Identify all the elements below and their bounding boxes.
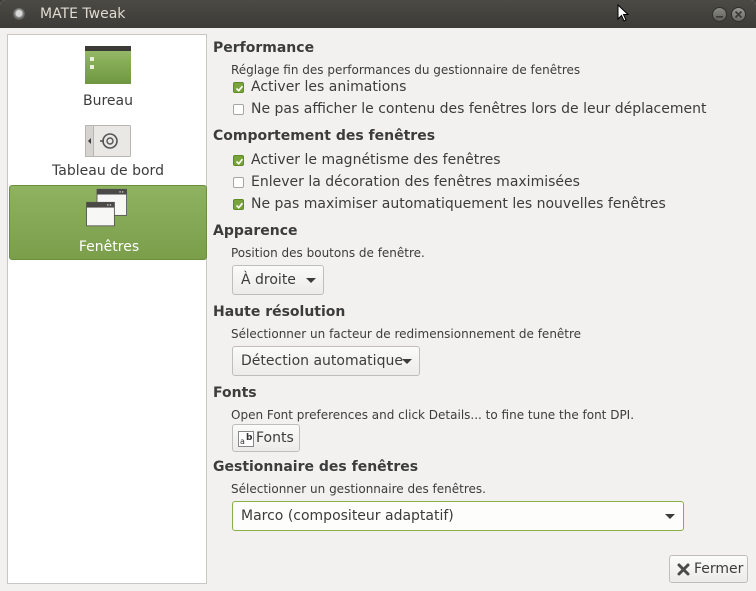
svg-text:b: b xyxy=(246,433,253,443)
windows-icon xyxy=(86,188,127,227)
checkbox-undecorate-maximized[interactable]: Enlever la décoration des fenêtres maxim… xyxy=(233,174,593,192)
sidebar: Bureau Tableau de bord Fenêtres xyxy=(7,34,207,584)
scaling-factor-dropdown[interactable]: Détection automatique xyxy=(232,346,420,376)
fonts-heading: Fonts xyxy=(213,385,257,401)
close-button[interactable]: Fermer xyxy=(669,555,748,583)
window-manager-dropdown[interactable]: Marco (compositeur adaptatif) xyxy=(232,501,684,531)
checkbox-animations[interactable]: Activer les animations xyxy=(233,79,533,97)
checkbox-label: Activer les animations xyxy=(251,79,407,95)
window-behaviour-heading: Comportement des fenêtres xyxy=(213,128,436,144)
sidebar-item-fenetres[interactable]: Fenêtres xyxy=(9,185,207,260)
checkbox-snapping[interactable]: Activer le magnétisme des fenêtres xyxy=(233,152,533,170)
performance-heading: Performance xyxy=(213,40,315,56)
svg-text:a: a xyxy=(240,437,245,446)
close-icon xyxy=(677,563,690,576)
checkbox-hide-window-content[interactable]: Ne pas afficher le contenu des fenêtres … xyxy=(233,101,707,119)
hidpi-description: Sélectionner un facteur de redimensionne… xyxy=(231,327,582,341)
checkbox-label: Enlever la décoration des fenêtres maxim… xyxy=(251,174,580,190)
panel-icon xyxy=(85,125,131,157)
checkbox-checked-icon[interactable] xyxy=(233,199,244,210)
window-manager-heading: Gestionnaire des fenêtres xyxy=(213,459,419,475)
window-manager-description: Sélectionner un gestionnaire des fenêtre… xyxy=(231,482,486,496)
checkbox-label: Activer le magnétisme des fenêtres xyxy=(251,152,501,168)
sidebar-item-bureau[interactable]: Bureau xyxy=(9,41,207,111)
minimize-button[interactable] xyxy=(712,7,727,22)
fonts-description: Open Font preferences and click Details.… xyxy=(231,408,635,422)
checkbox-no-auto-maximize[interactable]: Ne pas maximiser automatiquement les nou… xyxy=(233,196,666,214)
mouse-cursor-icon xyxy=(617,4,629,22)
sidebar-item-label: Fenêtres xyxy=(78,239,140,255)
dropdown-value: Marco (compositeur adaptatif) xyxy=(241,508,454,524)
appearance-heading: Apparence xyxy=(213,223,298,239)
dropdown-value: À droite xyxy=(241,272,296,288)
sidebar-item-label: Tableau de bord xyxy=(52,163,164,179)
checkbox-checked-icon[interactable] xyxy=(233,82,244,93)
chevron-down-icon xyxy=(665,514,675,519)
checkbox-unchecked-icon[interactable] xyxy=(233,177,244,188)
appearance-description: Position des boutons de fenêtre. xyxy=(231,246,425,260)
dropdown-value: Détection automatique xyxy=(241,353,403,369)
close-button-label: Fermer xyxy=(694,561,744,577)
fonts-button-label: Fonts xyxy=(256,430,294,446)
chevron-down-icon xyxy=(306,278,316,283)
sidebar-item-label: Bureau xyxy=(83,93,133,109)
performance-description: Réglage fin des performances du gestionn… xyxy=(231,63,581,77)
checkbox-label: Ne pas afficher le contenu des fenêtres … xyxy=(251,101,707,117)
close-window-button[interactable] xyxy=(731,7,746,22)
window-title: MATE Tweak xyxy=(40,6,126,22)
sidebar-item-tableau-de-bord[interactable]: Tableau de bord xyxy=(9,117,207,185)
app-menu-icon[interactable] xyxy=(13,8,25,20)
checkbox-label: Ne pas maximiser automatiquement les nou… xyxy=(251,196,666,212)
mate-tweak-window: MATE Tweak Bureau Tableau de bord Fenêtr… xyxy=(0,0,756,591)
checkbox-checked-icon[interactable] xyxy=(233,155,244,166)
title-bar[interactable]: MATE Tweak xyxy=(0,0,756,28)
hidpi-heading: Haute résolution xyxy=(213,304,346,320)
checkbox-unchecked-icon[interactable] xyxy=(233,104,244,115)
font-icon: a b xyxy=(238,431,254,447)
fonts-button[interactable]: a b Fonts xyxy=(232,424,300,452)
desktop-icon xyxy=(85,46,131,84)
chevron-down-icon xyxy=(402,359,412,364)
button-layout-dropdown[interactable]: À droite xyxy=(232,265,324,295)
